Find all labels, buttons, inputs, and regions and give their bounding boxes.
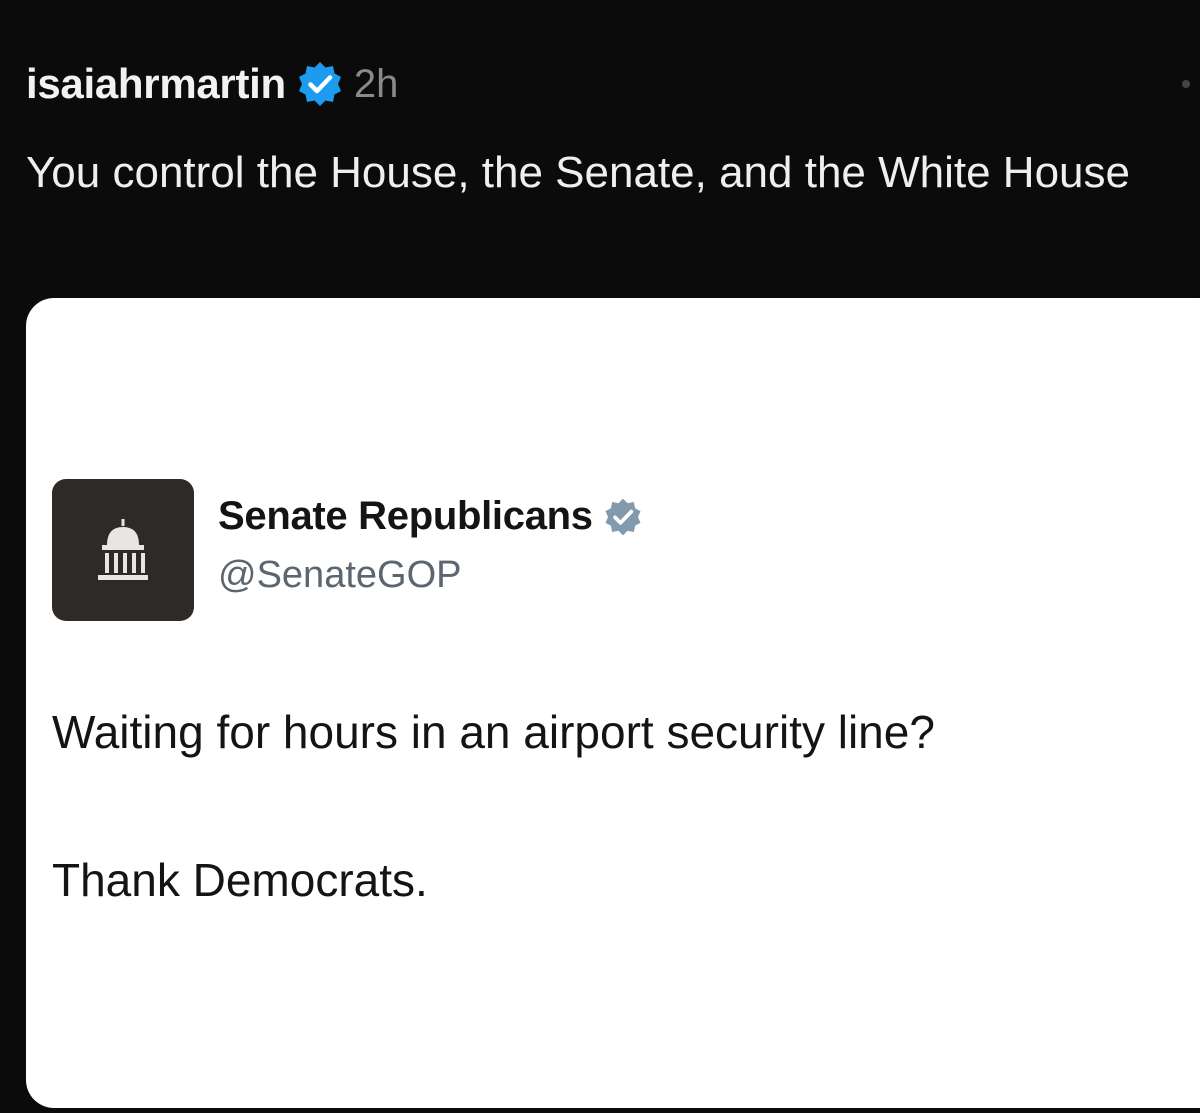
quoted-author-handle[interactable]: @SenateGOP — [218, 554, 461, 597]
post-text: You control the House, the Senate, and t… — [26, 148, 1130, 197]
gray-verified-badge-icon — [605, 498, 641, 535]
quoted-avatar[interactable] — [52, 479, 194, 621]
post-header: isaiahrmartin 2h — [26, 54, 398, 114]
verified-badge-icon — [298, 62, 341, 106]
more-options-icon[interactable] — [1182, 80, 1190, 88]
quoted-author-name[interactable]: Senate Republicans — [218, 494, 593, 539]
quoted-post-line-2: Thank Democrats. — [52, 854, 428, 906]
username[interactable]: isaiahrmartin — [26, 60, 286, 108]
capitol-building-icon — [98, 519, 148, 580]
quoted-post-line-1: Waiting for hours in an airport security… — [52, 706, 935, 758]
post-timestamp: 2h — [353, 61, 399, 106]
quoted-post-card[interactable]: Senate Republicans @SenateGOP Waiting fo… — [26, 298, 1200, 1108]
quoted-author-row: Senate Republicans — [218, 494, 643, 539]
